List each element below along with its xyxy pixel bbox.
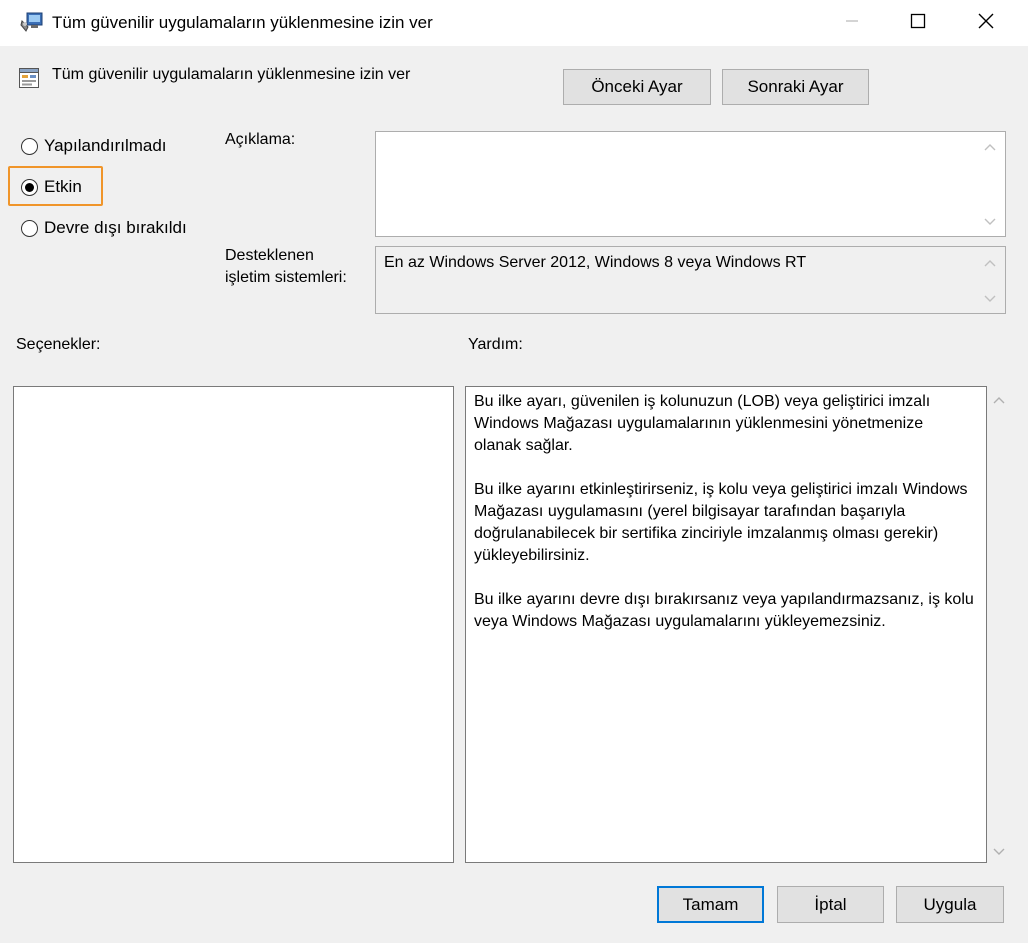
chevron-up-icon[interactable] bbox=[990, 391, 1007, 408]
help-paragraph: Bu ilke ayarını etkinleştirirseniz, iş k… bbox=[474, 481, 968, 564]
supported-os-label-line2: işletim sistemleri: bbox=[225, 269, 347, 286]
apply-button[interactable]: Uygula bbox=[896, 886, 1004, 923]
setting-icon bbox=[18, 67, 40, 89]
help-text: Bu ilke ayarı, güvenilen iş kolunuzun (L… bbox=[474, 391, 974, 655]
supported-os-textbox[interactable]: En az Windows Server 2012, Windows 8 vey… bbox=[375, 246, 1006, 314]
description-label: Açıklama: bbox=[225, 131, 296, 148]
chevron-down-icon[interactable] bbox=[981, 213, 998, 230]
chevron-up-icon[interactable] bbox=[981, 254, 998, 271]
cancel-button[interactable]: İptal bbox=[777, 886, 884, 923]
previous-setting-button[interactable]: Önceki Ayar bbox=[563, 69, 711, 105]
close-button[interactable] bbox=[952, 0, 1020, 46]
chevron-down-icon[interactable] bbox=[990, 843, 1007, 860]
supported-os-label: Desteklenen işletim sistemleri: bbox=[225, 245, 347, 289]
policy-window-icon bbox=[20, 11, 44, 33]
chevron-up-icon[interactable] bbox=[981, 138, 998, 155]
options-panel bbox=[13, 386, 454, 863]
help-paragraph: Bu ilke ayarı, güvenilen iş kolunuzun (L… bbox=[474, 393, 931, 454]
close-icon bbox=[977, 12, 995, 35]
supported-os-label-line1: Desteklenen bbox=[225, 247, 314, 264]
radio-button[interactable] bbox=[21, 137, 38, 155]
radio-disabled[interactable]: Devre dışı bırakıldı bbox=[21, 218, 187, 238]
title-bar: Tüm güvenilir uygulamaların yüklenmesine… bbox=[0, 0, 1028, 46]
maximize-button[interactable] bbox=[884, 0, 952, 46]
minimize-icon bbox=[845, 14, 859, 33]
chevron-down-icon[interactable] bbox=[981, 290, 998, 307]
setting-title: Tüm güvenilir uygulamaların yüklenmesine… bbox=[52, 66, 411, 83]
ok-button[interactable]: Tamam bbox=[657, 886, 764, 923]
help-label: Yardım: bbox=[468, 336, 523, 353]
minimize-button[interactable] bbox=[818, 0, 886, 46]
radio-not-configured[interactable]: Yapılandırılmadı bbox=[21, 136, 167, 156]
supported-os-value: En az Windows Server 2012, Windows 8 vey… bbox=[384, 254, 807, 271]
help-panel[interactable]: Bu ilke ayarı, güvenilen iş kolunuzun (L… bbox=[465, 386, 987, 863]
radio-label: Devre dışı bırakıldı bbox=[44, 218, 187, 237]
radio-label: Yapılandırılmadı bbox=[44, 136, 167, 155]
window-title: Tüm güvenilir uygulamaların yüklenmesine… bbox=[52, 13, 433, 32]
help-paragraph: Bu ilke ayarını devre dışı bırakırsanız … bbox=[474, 591, 974, 630]
next-setting-button[interactable]: Sonraki Ayar bbox=[722, 69, 869, 105]
radio-button[interactable] bbox=[21, 219, 38, 237]
description-textbox[interactable] bbox=[375, 131, 1006, 237]
radio-enabled[interactable]: Etkin bbox=[21, 177, 82, 197]
options-label: Seçenekler: bbox=[16, 336, 101, 353]
radio-button[interactable] bbox=[21, 178, 38, 196]
radio-label: Etkin bbox=[44, 177, 82, 196]
maximize-icon bbox=[910, 13, 926, 34]
